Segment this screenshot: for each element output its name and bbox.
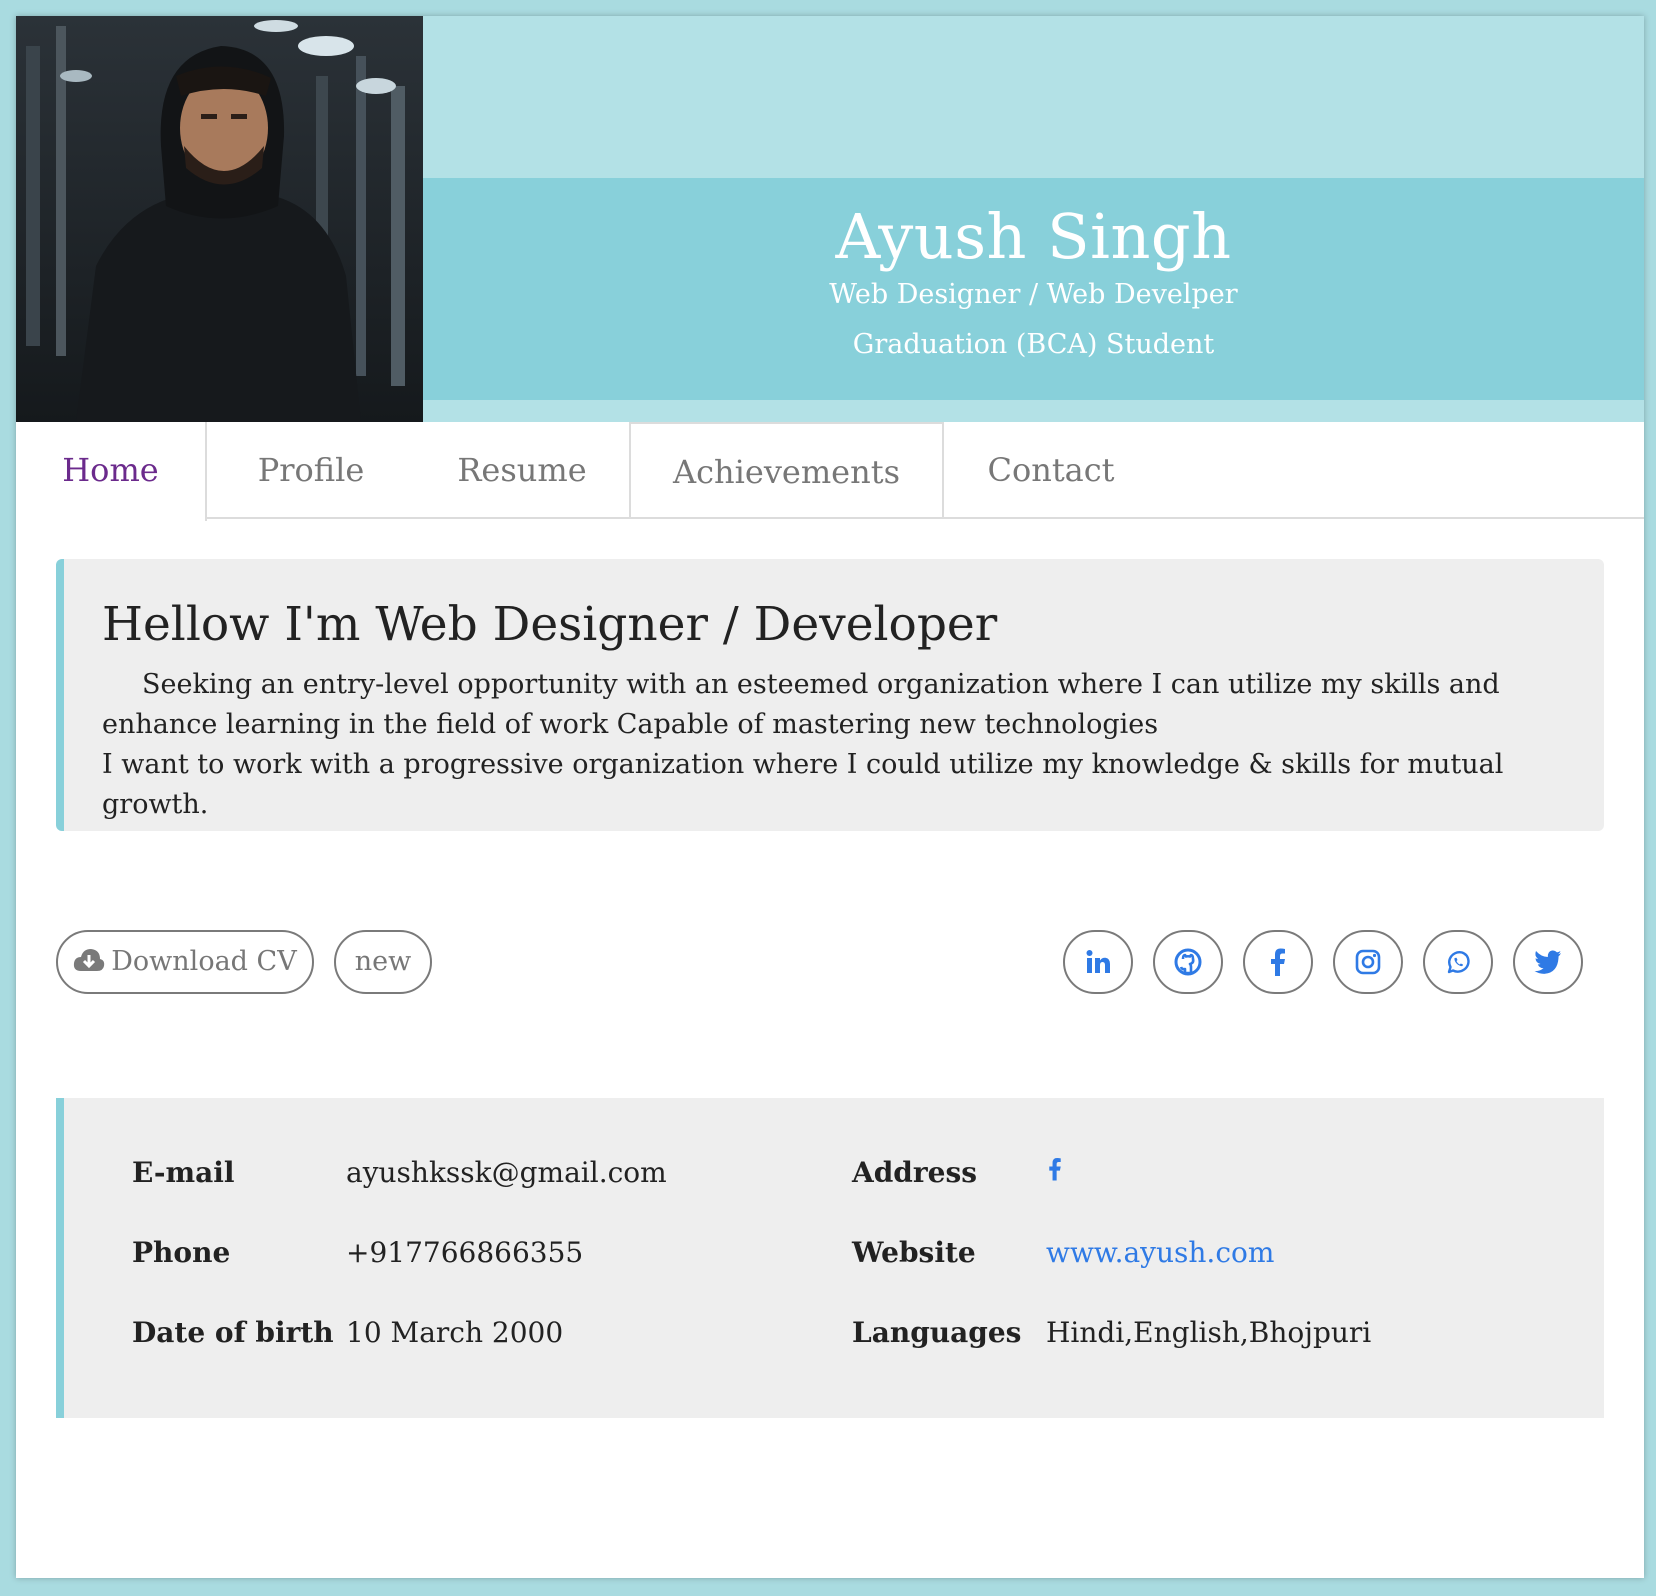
profile-photo [16, 16, 423, 422]
twitter-icon [1534, 950, 1561, 974]
phone-label: Phone [132, 1236, 231, 1269]
facebook-icon [1271, 948, 1285, 976]
tab-resume[interactable]: Resume [415, 422, 629, 519]
header-band: Ayush Singh Web Designer / Web Develper … [423, 178, 1644, 400]
languages-value: Hindi,English,Bhojpuri [1046, 1316, 1372, 1349]
website-label: Website [852, 1236, 976, 1269]
instagram-button[interactable] [1333, 930, 1403, 994]
intro-heading: Hellow I'm Web Designer / Developer [102, 597, 998, 652]
phone-value: +917766866355 [346, 1236, 584, 1269]
tab-contact[interactable]: Contact [942, 422, 1160, 519]
profile-subtitle: Web Designer / Web Develper [829, 279, 1238, 310]
whatsapp-icon [1447, 950, 1470, 974]
facebook-button[interactable] [1243, 930, 1313, 994]
download-cv-button[interactable]: Download CV [56, 930, 314, 994]
intro-line-2: I want to work with a progressive organi… [102, 749, 1504, 820]
intro-line-1: Seeking an entry-level opportunity with … [102, 669, 1500, 740]
github-button[interactable] [1153, 930, 1223, 994]
email-value: ayushkssk@gmail.com [346, 1156, 667, 1189]
dob-label: Date of birth [132, 1316, 334, 1349]
email-label: E-mail [132, 1156, 235, 1189]
languages-label: Languages [852, 1316, 1022, 1349]
info-panel: E-mail ayushkssk@gmail.com Phone +917766… [56, 1098, 1604, 1418]
download-cv-label: Download CV [111, 946, 297, 977]
intro-panel: Hellow I'm Web Designer / Developer Seek… [56, 559, 1604, 831]
website-link[interactable]: www.ayush.com [1046, 1236, 1274, 1269]
dob-value: 10 March 2000 [346, 1316, 564, 1349]
whatsapp-button[interactable] [1423, 930, 1493, 994]
address-facebook-link[interactable] [1046, 1154, 1064, 1191]
nav-tabs: Home Profile Resume Achievements Contact [16, 422, 1644, 521]
instagram-icon [1355, 949, 1381, 975]
tab-profile[interactable]: Profile [207, 422, 415, 519]
new-button[interactable]: new [334, 930, 432, 994]
github-icon [1174, 948, 1202, 976]
profile-card: Ayush Singh Web Designer / Web Develper … [16, 16, 1644, 1578]
cloud-download-icon [74, 949, 105, 971]
tab-achievements[interactable]: Achievements [629, 422, 944, 519]
twitter-button[interactable] [1513, 930, 1583, 994]
address-label: Address [852, 1156, 977, 1189]
profile-name: Ayush Singh [835, 200, 1232, 273]
intro-text: Seeking an entry-level opportunity with … [102, 665, 1566, 825]
tab-home[interactable]: Home [16, 422, 207, 521]
header: Ayush Singh Web Designer / Web Develper … [16, 16, 1644, 422]
linkedin-button[interactable] [1063, 930, 1133, 994]
facebook-icon [1049, 1157, 1061, 1181]
linkedin-icon [1086, 950, 1110, 973]
profile-education: Graduation (BCA) Student [852, 329, 1215, 360]
